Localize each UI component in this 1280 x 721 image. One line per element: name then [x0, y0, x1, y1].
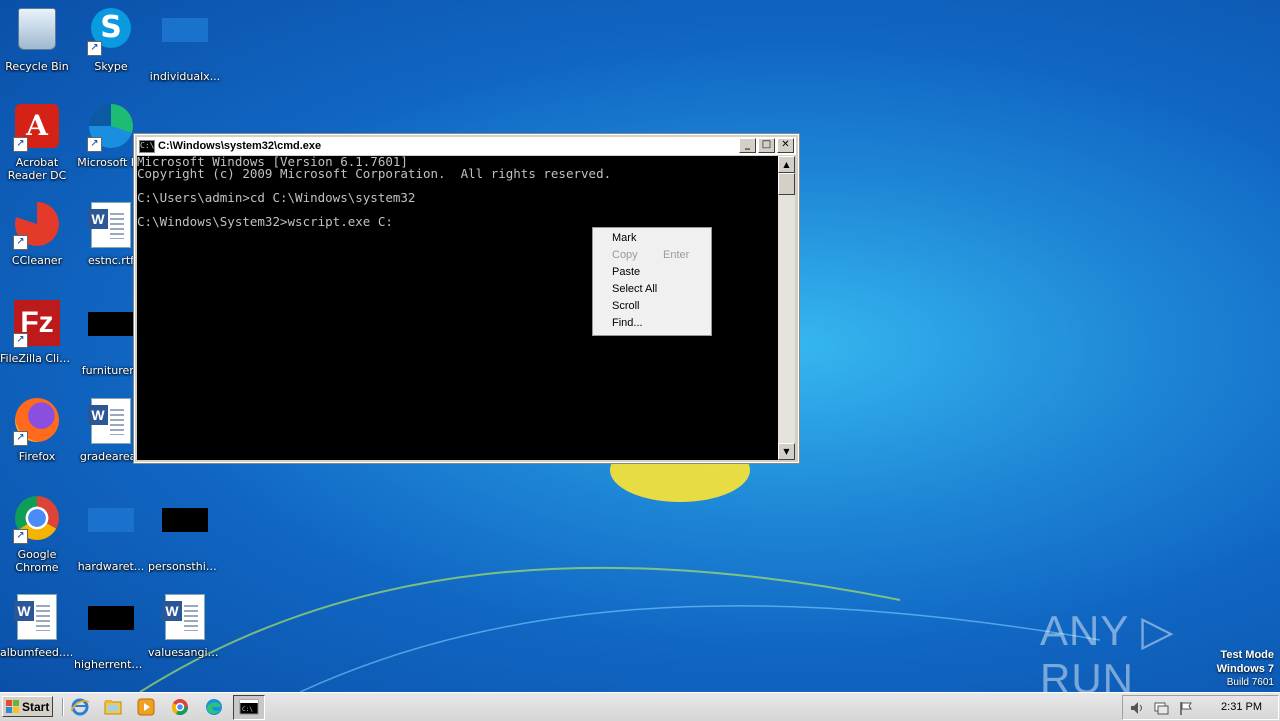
menu-item-paste[interactable]: Paste: [594, 264, 710, 281]
icon-label: individualx...: [149, 70, 221, 83]
desktop-icon-valuesangin[interactable]: W valuesangin...: [148, 594, 222, 659]
close-button[interactable]: ✕: [777, 138, 794, 153]
start-label: Start: [22, 699, 50, 714]
test-mode-label: Test Mode Windows 7 Build 7601: [1217, 648, 1274, 690]
window-title: C:\Windows\system32\cmd.exe: [158, 140, 322, 152]
word-document-icon: W: [162, 594, 205, 640]
menu-item-label: Find...: [612, 317, 643, 329]
menu-item-mark[interactable]: Mark: [594, 230, 710, 247]
file-thumbnail-icon: [88, 606, 134, 630]
word-document-icon: W: [14, 594, 57, 640]
menu-item-copy: Copy Enter: [594, 247, 710, 264]
shortcut-arrow-icon: ↗: [13, 235, 28, 250]
maximize-button[interactable]: □: [758, 138, 775, 153]
taskbar-cmd-button[interactable]: C:\: [233, 695, 265, 720]
shortcut-arrow-icon: ↗: [87, 41, 102, 56]
word-document-icon: W: [88, 202, 131, 248]
action-center-flag-icon[interactable]: [1178, 700, 1194, 716]
scroll-down-icon[interactable]: ▼: [778, 443, 795, 460]
file-explorer-icon[interactable]: [103, 697, 123, 717]
cmd-icon: C:\: [239, 699, 259, 715]
edge-icon[interactable]: [204, 697, 224, 717]
minimize-button[interactable]: _: [739, 138, 756, 153]
scroll-thumb[interactable]: [778, 173, 795, 195]
os-name-line: Windows 7: [1216, 663, 1274, 675]
desktop-icon-higherrental[interactable]: higherrental...: [74, 594, 148, 671]
scroll-up-icon[interactable]: ▲: [778, 156, 795, 173]
desktop-icon-firefox[interactable]: ↗ Firefox: [0, 398, 74, 463]
recycle-bin-icon: [18, 8, 56, 50]
icon-label: personsthin...: [148, 560, 222, 573]
file-thumbnail-icon: [88, 312, 134, 336]
menu-item-select-all[interactable]: Select All: [594, 281, 710, 298]
menu-item-label: Paste: [612, 266, 641, 278]
icon-label: higherrental...: [74, 658, 148, 671]
icon-label: Google Chrome: [15, 548, 59, 574]
desktop-icon-recycle-bin[interactable]: Recycle Bin: [0, 6, 74, 73]
icon-label: Firefox: [18, 450, 56, 463]
network-icon[interactable]: [1153, 700, 1169, 716]
menu-item-label: Scroll: [612, 300, 640, 312]
cmd-title-bar[interactable]: C:\ C:\Windows\system32\cmd.exe _ □ ✕: [137, 137, 796, 155]
shortcut-arrow-icon: ↗: [13, 137, 28, 152]
file-thumbnail-icon: [88, 508, 134, 532]
internet-explorer-icon[interactable]: [70, 697, 90, 717]
menu-item-label: Mark: [612, 232, 637, 244]
desktop-icon-ccleaner[interactable]: ↗ CCleaner: [0, 202, 74, 267]
desktop-icon-albumfeed[interactable]: W albumfeed.rtf: [0, 594, 74, 659]
taskbar-separator: [62, 698, 64, 716]
build-line: Build 7601: [1226, 677, 1274, 688]
icon-label: albumfeed.rtf: [0, 646, 74, 659]
desktop-icon-skype[interactable]: S ↗ Skype: [74, 6, 148, 73]
shortcut-arrow-icon: ↗: [13, 529, 28, 544]
context-menu: Mark Copy Enter Paste Select All Scroll F…: [592, 227, 712, 336]
window-controls: _ □ ✕: [739, 138, 794, 153]
file-thumbnail-icon: [162, 18, 208, 42]
menu-item-label: Select All: [612, 283, 658, 295]
media-player-icon[interactable]: [136, 697, 156, 717]
desktop-icon-chrome[interactable]: ↗ Google Chrome: [0, 496, 74, 574]
icon-label: valuesangin...: [148, 646, 222, 659]
shortcut-arrow-icon: ↗: [13, 431, 28, 446]
icon-label: Recycle Bin: [5, 60, 69, 73]
shortcut-arrow-icon: ↗: [87, 137, 102, 152]
icon-label: Skype: [94, 60, 128, 73]
icon-label: hardwaret...: [77, 560, 145, 573]
desktop-icon-acrobat[interactable]: A ↗ Acrobat Reader DC: [0, 104, 74, 182]
menu-item-shortcut: Enter: [663, 249, 690, 261]
console-line: C:\Users\admin>cd C:\Windows\system32: [137, 190, 416, 205]
chrome-icon[interactable]: [170, 697, 190, 717]
icon-label: FileZilla Client: [0, 352, 74, 365]
word-document-icon: W: [88, 398, 131, 444]
menu-item-scroll[interactable]: Scroll: [594, 298, 710, 315]
console-line: Copyright (c) 2009 Microsoft Corporation…: [137, 166, 612, 181]
desktop-icon-hardwaret[interactable]: hardwaret...: [74, 496, 148, 573]
test-mode-line: Test Mode: [1220, 649, 1274, 661]
vertical-scrollbar[interactable]: ▲ ▼: [778, 156, 795, 460]
start-button[interactable]: Start: [2, 696, 53, 717]
taskbar: Start C:\ 2:31 PM: [0, 692, 1280, 721]
menu-item-find[interactable]: Find...: [594, 315, 710, 332]
file-thumbnail-icon: [162, 508, 208, 532]
svg-text:C:\: C:\: [242, 706, 253, 713]
shortcut-arrow-icon: ↗: [13, 333, 28, 348]
desktop: Recycle Bin A ↗ Acrobat Reader DC ↗ CClea…: [0, 0, 1280, 692]
system-tray: 2:31 PM: [1122, 695, 1279, 720]
menu-item-label: Copy: [612, 249, 638, 261]
desktop-icon-filezilla[interactable]: Fz ↗ FileZilla Client: [0, 300, 74, 365]
desktop-icon-individualx[interactable]: individualx...: [148, 6, 222, 83]
icon-label: CCleaner: [11, 254, 63, 267]
icon-label: Acrobat Reader DC: [7, 156, 67, 182]
desktop-icon-personsthin[interactable]: personsthin...: [148, 496, 222, 573]
cmd-icon: C:\: [139, 139, 155, 153]
clock[interactable]: 2:31 PM: [1221, 701, 1262, 713]
volume-icon[interactable]: [1129, 700, 1145, 716]
windows-logo-icon: [6, 700, 19, 713]
